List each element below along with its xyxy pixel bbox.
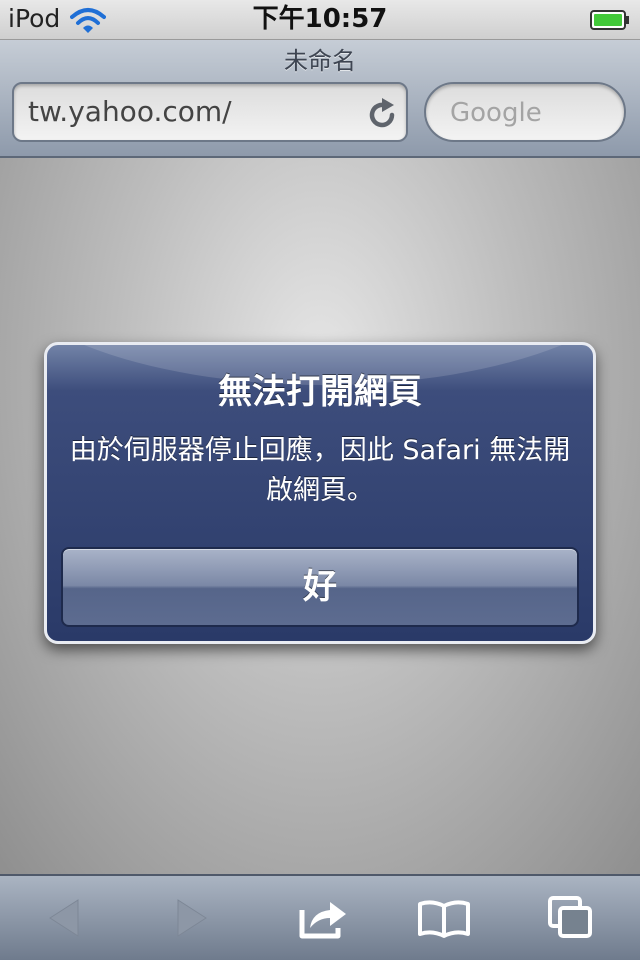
forward-icon[interactable] xyxy=(164,894,220,942)
back-icon[interactable] xyxy=(36,894,92,942)
bottom-toolbar xyxy=(0,874,640,960)
nav-bar: 未命名 tw.yahoo.com/ Google xyxy=(0,40,640,158)
tabs-icon[interactable] xyxy=(544,894,600,942)
alert-message: 由於伺服器停止回應，因此 Safari 無法開啟網頁。 xyxy=(69,435,571,506)
bookmarks-icon[interactable] xyxy=(416,894,472,942)
page-title: 未命名 xyxy=(284,47,356,75)
alert-title: 無法打開網頁 xyxy=(218,372,422,412)
alert-dialog: 無法打開網頁 由於伺服器停止回應，因此 Safari 無法開啟網頁。 好 xyxy=(44,342,596,644)
status-bar: iPod 下午10:57 xyxy=(0,0,640,40)
url-field[interactable]: tw.yahoo.com/ xyxy=(12,82,408,142)
search-input[interactable]: Google xyxy=(424,82,626,142)
alert-ok-button[interactable]: 好 xyxy=(61,547,579,627)
share-icon[interactable] xyxy=(296,894,352,942)
status-clock: 下午10:57 xyxy=(252,4,388,34)
battery-icon xyxy=(590,10,630,30)
url-text: tw.yahoo.com/ xyxy=(28,95,232,128)
reload-icon[interactable] xyxy=(366,96,398,130)
search-placeholder: Google xyxy=(450,98,542,128)
